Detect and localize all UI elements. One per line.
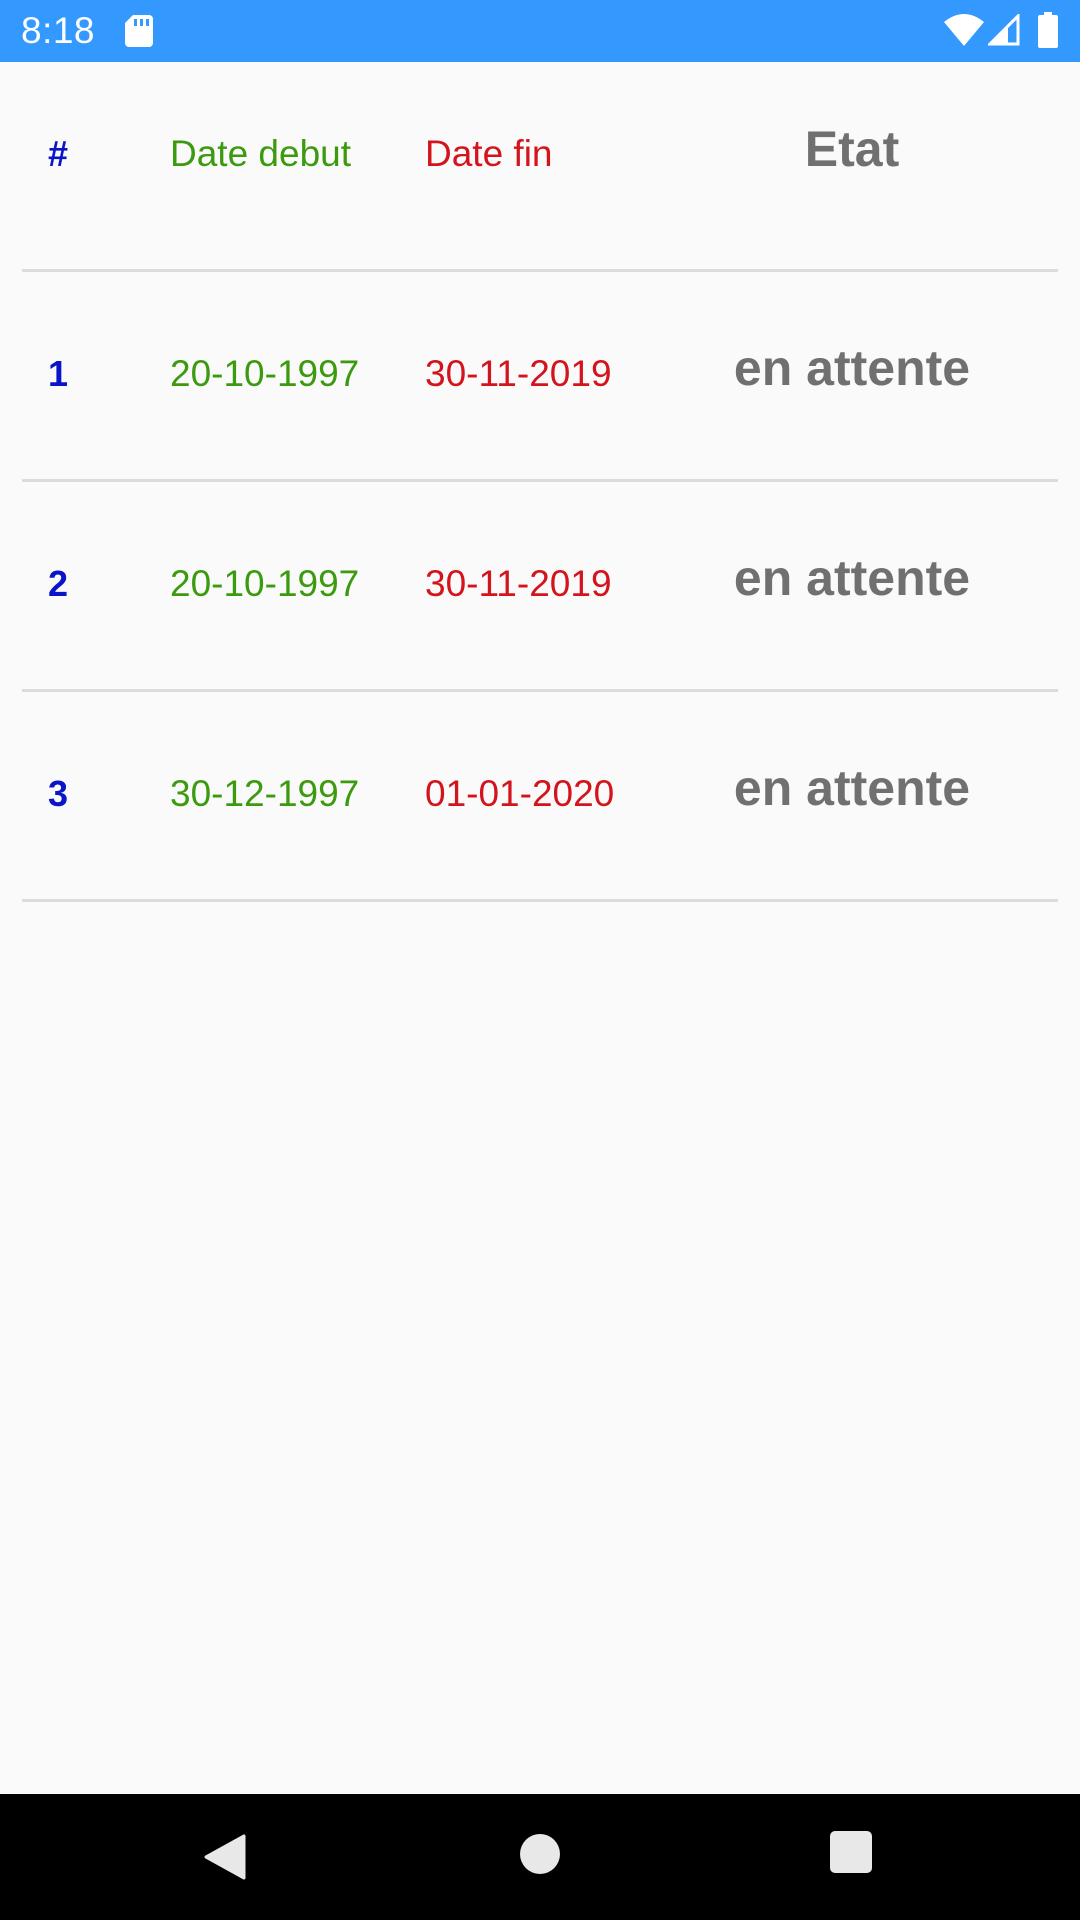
- wifi-icon: [944, 14, 984, 46]
- row-start-date: 20-10-1997: [170, 353, 360, 394]
- row-number: 2: [48, 563, 69, 604]
- table-row[interactable]: 3 30-12-1997 01-01-2020 en attente: [22, 692, 1058, 902]
- header-start-date: Date debut: [170, 133, 352, 174]
- table-row[interactable]: 2 20-10-1997 30-11-2019 en attente: [22, 482, 1058, 692]
- row-state: en attente: [733, 550, 971, 606]
- row-number: 3: [48, 773, 69, 814]
- back-icon[interactable]: [204, 1834, 246, 1880]
- status-time: 8:18: [21, 10, 96, 51]
- row-end-date: 01-01-2020: [425, 773, 615, 814]
- header-number: #: [48, 133, 69, 174]
- row-state: en attente: [733, 340, 971, 396]
- status-bar: 8:18: [0, 0, 1080, 62]
- header-state: Etat: [804, 121, 900, 177]
- battery-icon: [1038, 12, 1058, 48]
- recents-icon[interactable]: [830, 1831, 872, 1873]
- row-end-date: 30-11-2019: [425, 353, 612, 394]
- sd-card-icon: [125, 15, 153, 47]
- table-row[interactable]: 1 20-10-1997 30-11-2019 en attente: [22, 272, 1058, 482]
- table-header-row: # Date debut Date fin Etat: [22, 62, 1058, 272]
- row-state: en attente: [733, 760, 971, 816]
- row-start-date: 20-10-1997: [170, 563, 360, 604]
- row-end-date: 30-11-2019: [425, 563, 612, 604]
- row-number: 1: [48, 353, 69, 394]
- home-icon[interactable]: [520, 1834, 560, 1874]
- navigation-bar: [0, 1794, 1080, 1920]
- ticket-table: # Date debut Date fin Etat 1 20-10-1997 …: [0, 62, 1080, 902]
- signal-icon: [988, 14, 1020, 46]
- header-end-date: Date fin: [425, 133, 553, 174]
- row-start-date: 30-12-1997: [170, 773, 360, 814]
